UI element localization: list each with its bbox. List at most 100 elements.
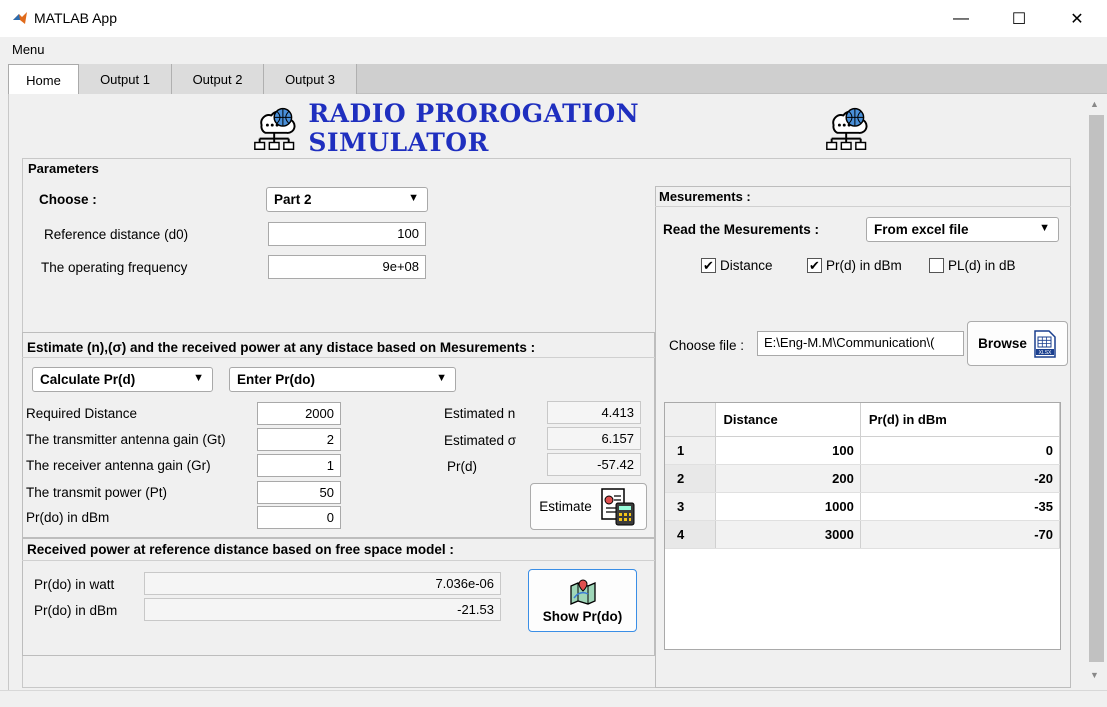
read-measurements-label: Read the Mesurements : (663, 222, 820, 237)
dropdown-arrow-icon: ▼ (193, 372, 204, 384)
estimate-button[interactable]: Estimate (530, 483, 647, 530)
prdo-watt-label: Pr(do) in watt (34, 577, 115, 592)
pt-label: The transmit power (Pt) (26, 485, 168, 500)
estimated-n-label: Estimated n (444, 406, 516, 421)
prdo-dbm-input[interactable]: 0 (257, 506, 341, 529)
distance-checkbox-label: Distance (720, 258, 773, 273)
file-path-input[interactable]: E:\Eng-M.M\Communication\( (757, 331, 964, 356)
pld-db-checkbox[interactable]: PL(d) in dB (929, 258, 1016, 273)
cell-prd[interactable]: -70 (860, 520, 1061, 549)
gt-input[interactable]: 2 (257, 428, 341, 451)
estimate-title: Estimate (n),(σ) and the received power … (27, 340, 536, 355)
table-header-distance[interactable]: Distance (715, 403, 861, 437)
frequency-input[interactable]: 9e+08 (268, 255, 426, 279)
scroll-down-icon[interactable]: ▼ (1090, 670, 1099, 680)
required-distance-input[interactable]: 2000 (257, 402, 341, 425)
checkmark-icon: ✔ (701, 258, 716, 273)
minimize-button[interactable]: — (938, 0, 984, 37)
empty-checkbox-icon (929, 258, 944, 273)
read-source-dropdown[interactable]: From excel file ▼ (866, 217, 1059, 242)
close-button[interactable]: ✕ (1054, 0, 1100, 37)
choose-dropdown[interactable]: Part 2 ▼ (266, 187, 428, 212)
tab-output-1[interactable]: Output 1 (79, 64, 172, 94)
table-row[interactable]: 1 100 0 (665, 436, 1061, 465)
title-bar: MATLAB App — ☐ ✕ (0, 0, 1107, 37)
frequency-label: The operating frequency (41, 260, 188, 275)
prdo-watt-value: 7.036e-06 (144, 572, 501, 595)
ref-distance-label: Reference distance (d0) (44, 227, 189, 242)
prd-dbm-checkbox[interactable]: ✔ Pr(d) in dBm (807, 258, 902, 273)
estimated-sigma-value: 6.157 (547, 427, 641, 450)
cell-distance[interactable]: 200 (715, 464, 861, 493)
prdo-dbm-fs-value: -21.53 (144, 598, 501, 621)
tab-output-2[interactable]: Output 2 (172, 64, 264, 94)
ref-distance-input[interactable]: 100 (268, 222, 426, 246)
dropdown-arrow-icon: ▼ (436, 372, 447, 384)
checkmark-icon: ✔ (807, 258, 822, 273)
choose-file-label: Choose file : (669, 338, 745, 353)
browse-button[interactable]: Browse XLSX (967, 321, 1068, 366)
svg-text:XLSX: XLSX (1038, 350, 1051, 356)
estimated-sigma-label: Estimated σ (444, 433, 517, 448)
cell-distance[interactable]: 3000 (715, 520, 861, 549)
read-source-value: From excel file (874, 222, 969, 237)
prdo-dbm-label: Pr(do) in dBm (26, 510, 110, 525)
browse-label: Browse (978, 336, 1027, 351)
dropdown-arrow-icon: ▼ (408, 192, 419, 204)
map-pin-icon (569, 578, 596, 605)
network-cloud-icon (825, 107, 868, 151)
show-prdo-button[interactable]: Show Pr(do) (528, 569, 637, 632)
prd-value: -57.42 (547, 453, 641, 476)
pt-input[interactable]: 50 (257, 481, 341, 504)
network-cloud-icon (254, 107, 296, 151)
menu-item[interactable]: Menu (12, 42, 45, 57)
maximize-button[interactable]: ☐ (996, 0, 1042, 37)
table-header-index (665, 403, 716, 437)
table-row[interactable]: 4 3000 -70 (665, 520, 1061, 549)
estimated-n-value: 4.413 (547, 401, 641, 424)
choose-label: Choose : (39, 192, 97, 207)
prd-label: Pr(d) (447, 459, 477, 474)
choose-value: Part 2 (274, 192, 312, 207)
app-title: RADIO PROROGATION SIMULATOR (308, 99, 640, 157)
calculate-dropdown[interactable]: Calculate Pr(d) ▼ (32, 367, 213, 392)
gt-label: The transmitter antenna gain (Gt) (26, 432, 226, 447)
prd-dbm-checkbox-label: Pr(d) in dBm (826, 258, 902, 273)
show-prdo-label: Show Pr(do) (542, 608, 623, 624)
measurements-table[interactable]: Distance Pr(d) in dBm 1 100 0 2 200 -20 … (664, 402, 1061, 650)
enter-prdo-dropdown[interactable]: Enter Pr(do) ▼ (229, 367, 456, 392)
table-row[interactable]: 3 1000 -35 (665, 492, 1061, 521)
cell-prd[interactable]: -20 (860, 464, 1061, 493)
tab-output-3[interactable]: Output 3 (264, 64, 357, 94)
table-row[interactable]: 2 200 -20 (665, 464, 1061, 493)
required-distance-label: Required Distance (26, 406, 138, 421)
cell-prd[interactable]: -35 (860, 492, 1061, 521)
table-header-prd[interactable]: Pr(d) in dBm (860, 403, 1061, 437)
gr-label: The receiver antenna gain (Gr) (26, 458, 211, 473)
gr-input[interactable]: 1 (257, 454, 341, 477)
tab-strip: Home Output 1 Output 2 Output 3 (8, 64, 1107, 95)
scroll-up-icon[interactable]: ▲ (1090, 99, 1099, 109)
dropdown-arrow-icon: ▼ (1039, 222, 1050, 234)
prdo-dbm-fs-label: Pr(do) in dBm (34, 603, 118, 618)
calculator-report-icon (601, 487, 635, 525)
pld-db-checkbox-label: PL(d) in dB (948, 258, 1016, 273)
parameters-title: Parameters (28, 161, 99, 176)
estimate-button-label: Estimate (539, 499, 592, 514)
enter-prdo-value: Enter Pr(do) (237, 372, 316, 387)
calculate-value: Calculate Pr(d) (40, 372, 136, 387)
measurements-title: Mesurements : (659, 189, 751, 204)
matlab-icon (13, 12, 27, 24)
cell-prd[interactable]: 0 (860, 436, 1061, 465)
row-index: 1 (665, 436, 716, 465)
tab-home[interactable]: Home (8, 64, 79, 95)
xlsx-file-icon: XLSX (1034, 329, 1056, 358)
app-heading: RADIO PROROGATION SIMULATOR (250, 99, 870, 157)
cell-distance[interactable]: 1000 (715, 492, 861, 521)
distance-checkbox[interactable]: ✔ Distance (701, 258, 773, 273)
cell-distance[interactable]: 100 (715, 436, 861, 465)
scrollbar-thumb[interactable] (1089, 115, 1104, 662)
status-strip (0, 690, 1107, 707)
row-index: 3 (665, 492, 716, 521)
free-space-title: Received power at reference distance bas… (27, 542, 454, 557)
